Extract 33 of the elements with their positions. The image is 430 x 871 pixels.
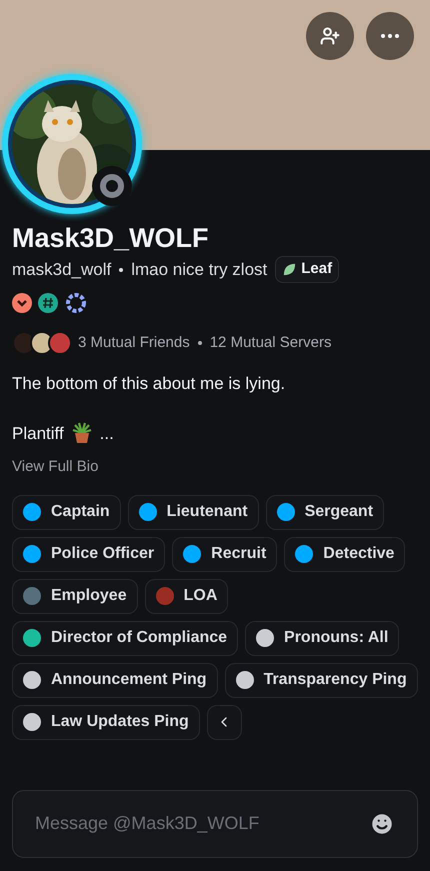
bio-ellipsis: ... xyxy=(100,422,114,444)
chevron-badge-icon xyxy=(12,293,32,313)
role-tag: Employee xyxy=(12,578,138,614)
potted-plant-icon xyxy=(70,421,94,446)
hash-badge-icon xyxy=(38,293,58,313)
view-full-bio-link[interactable]: View Full Bio xyxy=(12,456,98,478)
role-tag: Detective xyxy=(284,536,406,572)
add-friend-button[interactable] xyxy=(306,12,354,60)
role-tag: LOA xyxy=(144,578,228,614)
custom-status: lmao nice try zlost xyxy=(131,258,268,281)
guild-tag: Leaf xyxy=(275,256,340,283)
role-tag: Police Officer xyxy=(12,536,166,572)
role-tag: Pronouns: All xyxy=(245,620,400,656)
message-input[interactable]: Message @Mask3D_WOLF xyxy=(35,810,369,837)
bio-text: Plantiff xyxy=(12,422,64,444)
mutual-friends-link[interactable]: 3 Mutual Friends xyxy=(78,332,190,354)
bio-text: The bottom of this about me is lying. xyxy=(12,373,286,395)
leaf-icon xyxy=(282,262,298,277)
role-tag: Captain xyxy=(12,494,121,530)
role-tag: Transparency Ping xyxy=(224,662,418,698)
role-tag: Recruit xyxy=(172,536,278,572)
add-friend-icon xyxy=(320,26,340,46)
role-tag: Law Updates Ping xyxy=(12,704,200,740)
more-icon xyxy=(381,34,399,38)
mutual-servers-link[interactable]: 12 Mutual Servers xyxy=(210,332,332,354)
role-tag: Sergeant xyxy=(266,494,384,530)
message-field[interactable]: Message @Mask3D_WOLF xyxy=(12,790,418,858)
role-tag: Director of Compliance xyxy=(12,620,238,656)
role-tag: Announcement Ping xyxy=(12,662,218,698)
role-tag: Lieutenant xyxy=(128,494,259,530)
display-name: Mask3D_WOLF xyxy=(12,222,210,254)
username: mask3d_wolf xyxy=(12,258,112,281)
more-button[interactable] xyxy=(366,12,414,60)
